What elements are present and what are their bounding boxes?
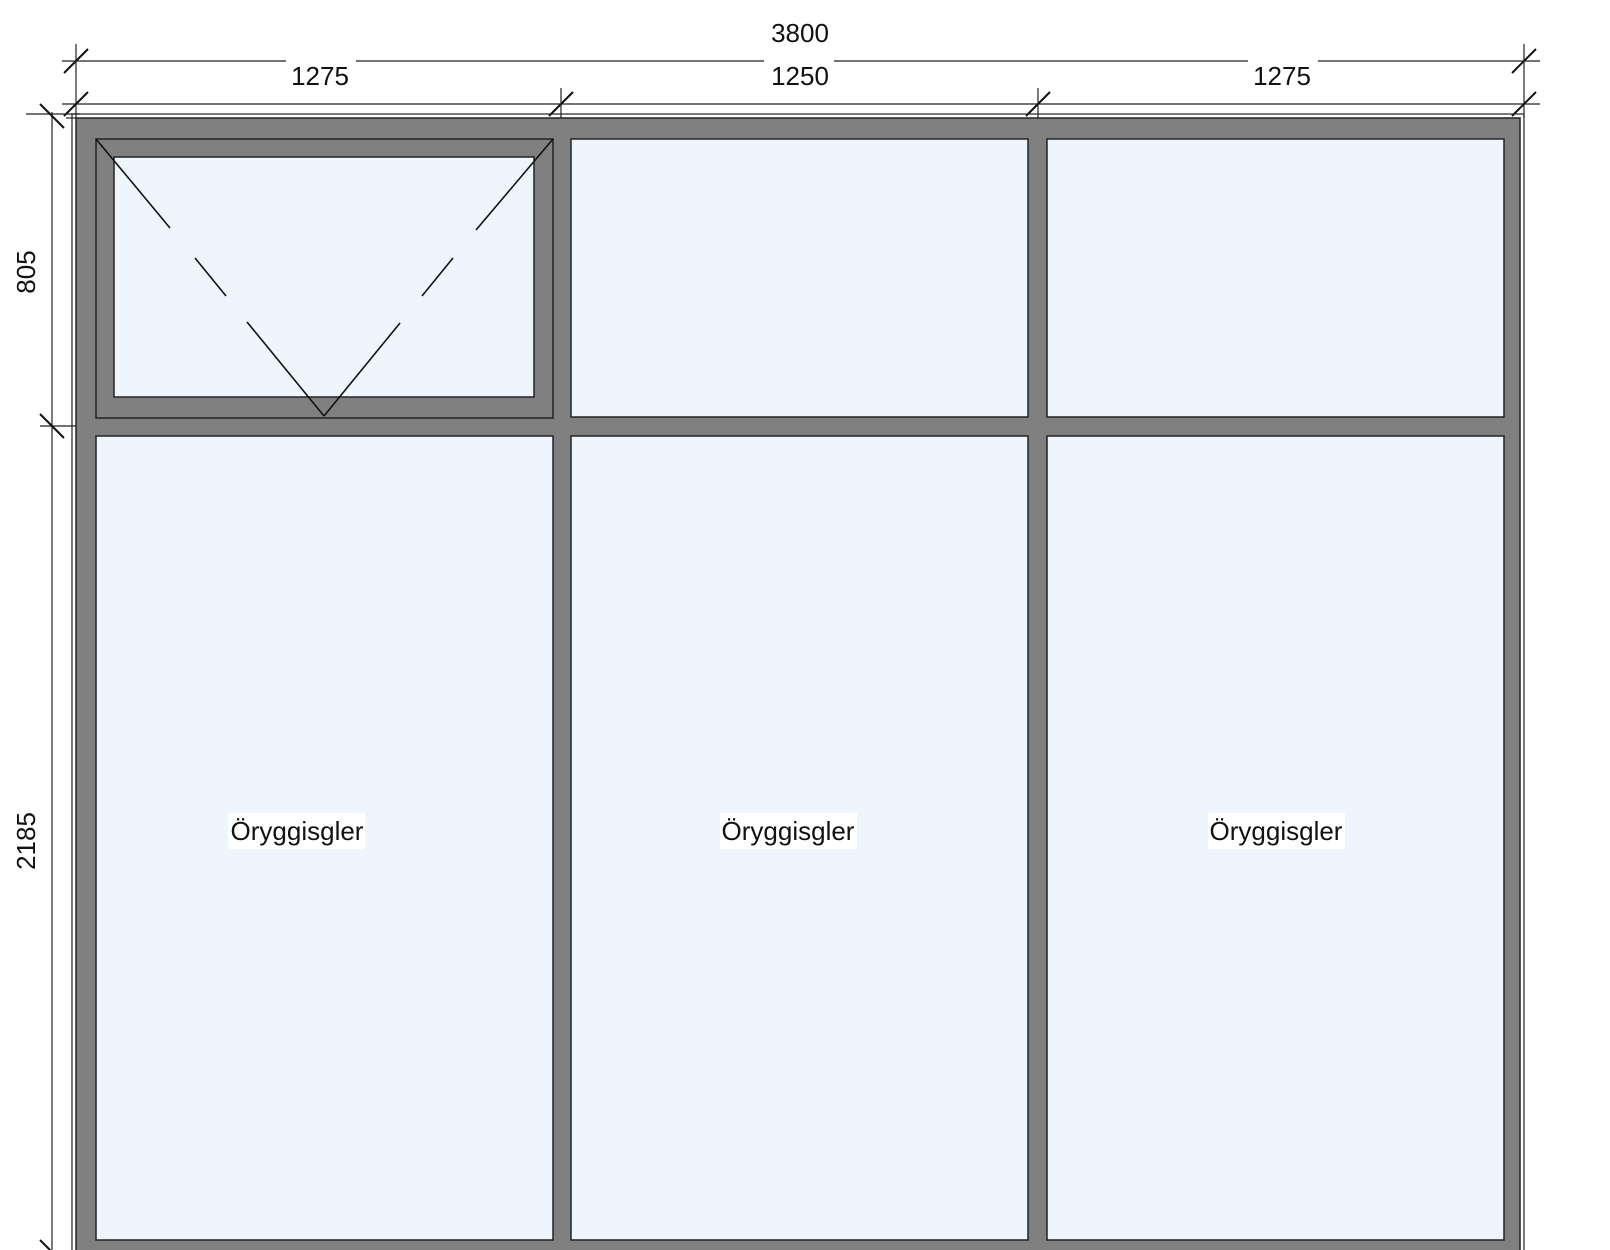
column-width-label-1: 1250: [771, 61, 829, 91]
pane-label-3: Öryggisgler: [1210, 816, 1343, 846]
upper-glass-pane-3: [1046, 138, 1505, 418]
row-tick-bottom: [39, 1239, 52, 1250]
pane-label-2: Öryggisgler: [722, 816, 855, 846]
upper-row: [95, 138, 1505, 419]
sash-glass: [113, 156, 535, 398]
openable-sash-pane: [95, 138, 554, 419]
overall-width-label: 3800: [771, 18, 829, 48]
row-height-label-0: 805: [11, 250, 41, 293]
upper-glass-pane-2: [570, 138, 1029, 418]
column-width-label-2: 1275: [1253, 61, 1311, 91]
window-elevation-drawing: 3800 1275 1250 1275 805 2185 Öryggisgler…: [11, 18, 1540, 1250]
pane-label-1: Öryggisgler: [231, 816, 364, 846]
row-height-label-1: 2185: [11, 812, 41, 870]
lower-row: Öryggisgler Öryggisgler Öryggisgler: [95, 435, 1505, 1241]
column-width-label-0: 1275: [291, 61, 349, 91]
